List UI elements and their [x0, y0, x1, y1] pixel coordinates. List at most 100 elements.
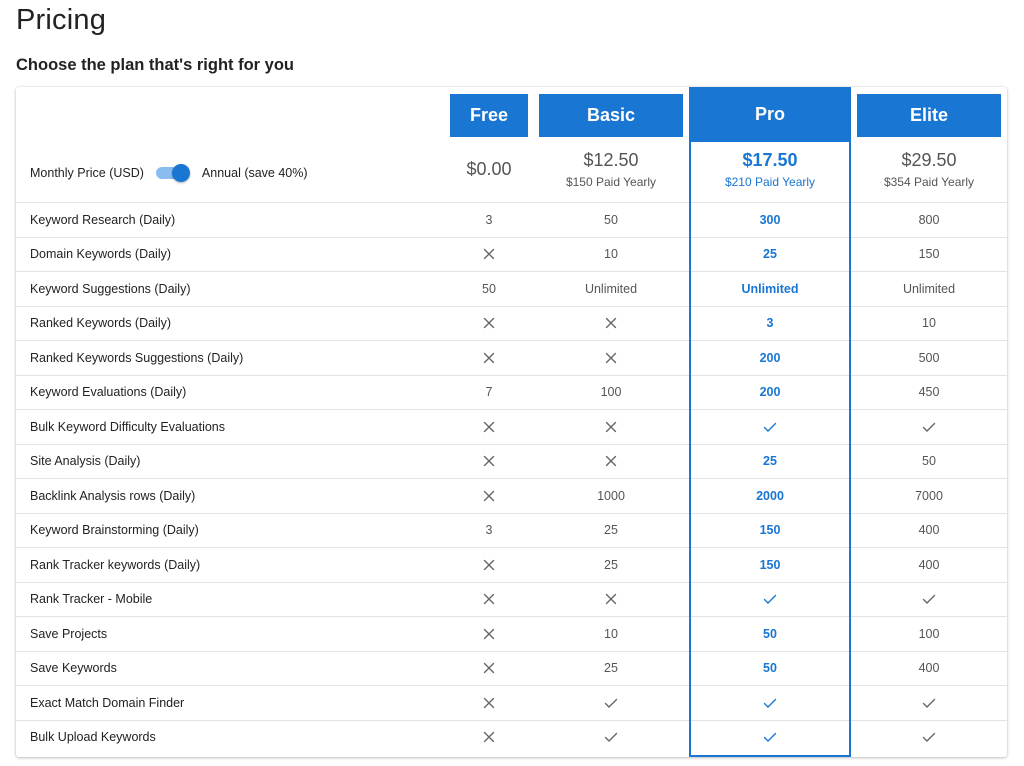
feature-value-free	[450, 341, 528, 375]
feature-value-free	[450, 686, 528, 720]
feature-value-pro: 2000	[756, 488, 784, 503]
x-icon	[483, 732, 495, 743]
billing-toggle[interactable]	[155, 164, 190, 182]
feature-value-free	[450, 652, 528, 686]
feature-value-free	[450, 583, 528, 617]
x-icon	[483, 594, 495, 605]
feature-label: Rank Tracker keywords (Daily)	[30, 557, 201, 572]
feature-value-pro: 150	[759, 557, 781, 572]
feature-value-basic: 100	[600, 385, 622, 400]
feature-value-basic	[539, 686, 683, 720]
feature-value-elite	[857, 583, 1001, 617]
feature-row: Keyword Research (Daily) 3 50 300 800	[16, 202, 1007, 237]
feature-value-basic: 10	[604, 626, 618, 641]
feature-label: Bulk Keyword Difficulty Evaluations	[30, 419, 225, 434]
feature-row: Site Analysis (Daily) 25 50	[16, 443, 1007, 479]
x-icon	[483, 249, 495, 260]
feature-value-free	[450, 721, 528, 755]
feature-label: Keyword Brainstorming (Daily)	[30, 523, 199, 538]
feature-label: Exact Match Domain Finder	[30, 695, 185, 710]
feature-label: Rank Tracker - Mobile	[30, 592, 153, 607]
check-icon	[763, 422, 777, 432]
feature-label: Keyword Evaluations (Daily)	[30, 385, 187, 400]
feature-value-free	[450, 445, 528, 479]
feature-row: Rank Tracker keywords (Daily) 25 150 400	[16, 547, 1007, 582]
pricing-table: Free Basic Pro Elite Monthly Price (USD)…	[16, 87, 1007, 757]
feature-row: Bulk Keyword Difficulty Evaluations	[16, 409, 1007, 444]
feature-value-free: 50	[482, 281, 496, 296]
feature-rows: Keyword Research (Daily) 3 50 300 800 Domain …	[16, 202, 1007, 754]
feature-value-pro	[689, 686, 851, 720]
feature-row: Keyword Suggestions (Daily) 50 Unlimited Un…	[16, 271, 1007, 306]
price-amount: $29.50	[901, 150, 957, 170]
check-icon	[604, 698, 618, 708]
feature-value-elite: 100	[918, 626, 940, 641]
x-icon	[605, 456, 617, 467]
feature-row: Keyword Brainstorming (Daily) 3 25 150 400	[16, 512, 1007, 548]
feature-label: Site Analysis (Daily)	[30, 454, 141, 469]
plan-header-basic[interactable]: Basic	[539, 94, 683, 137]
feature-label: Ranked Keywords (Daily)	[30, 316, 172, 331]
page-subtitle: Choose the plan that's right for you	[16, 56, 295, 74]
feature-value-basic: 25	[604, 523, 618, 538]
x-icon	[483, 490, 495, 501]
feature-value-pro: 300	[759, 212, 781, 227]
paid-yearly-note: $150 Paid Yearly	[565, 175, 657, 189]
feature-value-basic	[539, 341, 683, 375]
check-icon	[922, 595, 936, 605]
feature-value-elite: 400	[918, 557, 940, 572]
plan-header-free[interactable]: Free	[450, 94, 528, 137]
paid-yearly-note: $354 Paid Yearly	[883, 175, 975, 189]
check-icon	[763, 595, 777, 605]
check-icon	[763, 698, 777, 708]
feature-value-basic	[539, 307, 683, 341]
price-amount: $17.50	[742, 150, 798, 170]
feature-value-elite: Unlimited	[902, 281, 956, 296]
x-icon	[483, 559, 495, 570]
feature-value-pro	[689, 410, 851, 444]
price-elite: $29.50 $354 Paid Yearly	[857, 137, 1001, 202]
feature-value-basic	[539, 721, 683, 755]
feature-value-free	[450, 479, 528, 513]
feature-label: Backlink Analysis rows (Daily)	[30, 488, 196, 503]
feature-value-basic	[539, 583, 683, 617]
feature-value-pro: 3	[766, 316, 774, 331]
price-amount: $0.00	[466, 159, 512, 179]
feature-value-free	[450, 617, 528, 651]
feature-value-basic: 50	[604, 212, 618, 227]
plan-header-pro[interactable]: Pro	[689, 87, 851, 142]
check-icon	[604, 733, 618, 743]
feature-value-elite	[857, 686, 1001, 720]
feature-row: Backlink Analysis rows (Daily) 1000 2000 70…	[16, 478, 1007, 513]
plan-name: Basic	[586, 105, 636, 125]
x-icon	[605, 421, 617, 432]
toggle-knob[interactable]	[171, 164, 190, 182]
feature-row: Save Keywords 25 50 400	[16, 650, 1007, 686]
plan-name: Free	[469, 105, 509, 125]
price-pro: $17.50 $210 Paid Yearly	[689, 137, 851, 202]
check-icon	[922, 422, 936, 432]
feature-value-elite: 7000	[915, 488, 943, 503]
feature-value-pro: 25	[763, 454, 777, 469]
feature-value-basic	[539, 410, 683, 444]
feature-value-free	[450, 307, 528, 341]
plan-header-elite[interactable]: Elite	[857, 94, 1001, 137]
feature-value-pro: 25	[763, 247, 777, 262]
feature-value-pro	[689, 583, 851, 617]
feature-value-basic: 25	[604, 661, 618, 676]
feature-value-elite: 450	[918, 385, 940, 400]
plan-name: Elite	[909, 105, 948, 125]
feature-row: Ranked Keywords (Daily) 3 10	[16, 305, 1007, 341]
feature-label: Keyword Research (Daily)	[30, 212, 176, 227]
feature-value-elite	[857, 721, 1001, 755]
feature-value-elite: 400	[918, 523, 940, 538]
x-icon	[483, 421, 495, 432]
feature-value-pro: 50	[763, 661, 777, 676]
feature-value-elite: 50	[922, 454, 936, 469]
feature-row: Rank Tracker - Mobile	[16, 581, 1007, 617]
feature-row: Exact Match Domain Finder	[16, 685, 1007, 720]
feature-label: Bulk Upload Keywords	[30, 730, 156, 745]
feature-value-free: 3	[485, 523, 493, 538]
feature-value-free: 7	[485, 385, 493, 400]
feature-row: Save Projects 10 50 100	[16, 616, 1007, 651]
